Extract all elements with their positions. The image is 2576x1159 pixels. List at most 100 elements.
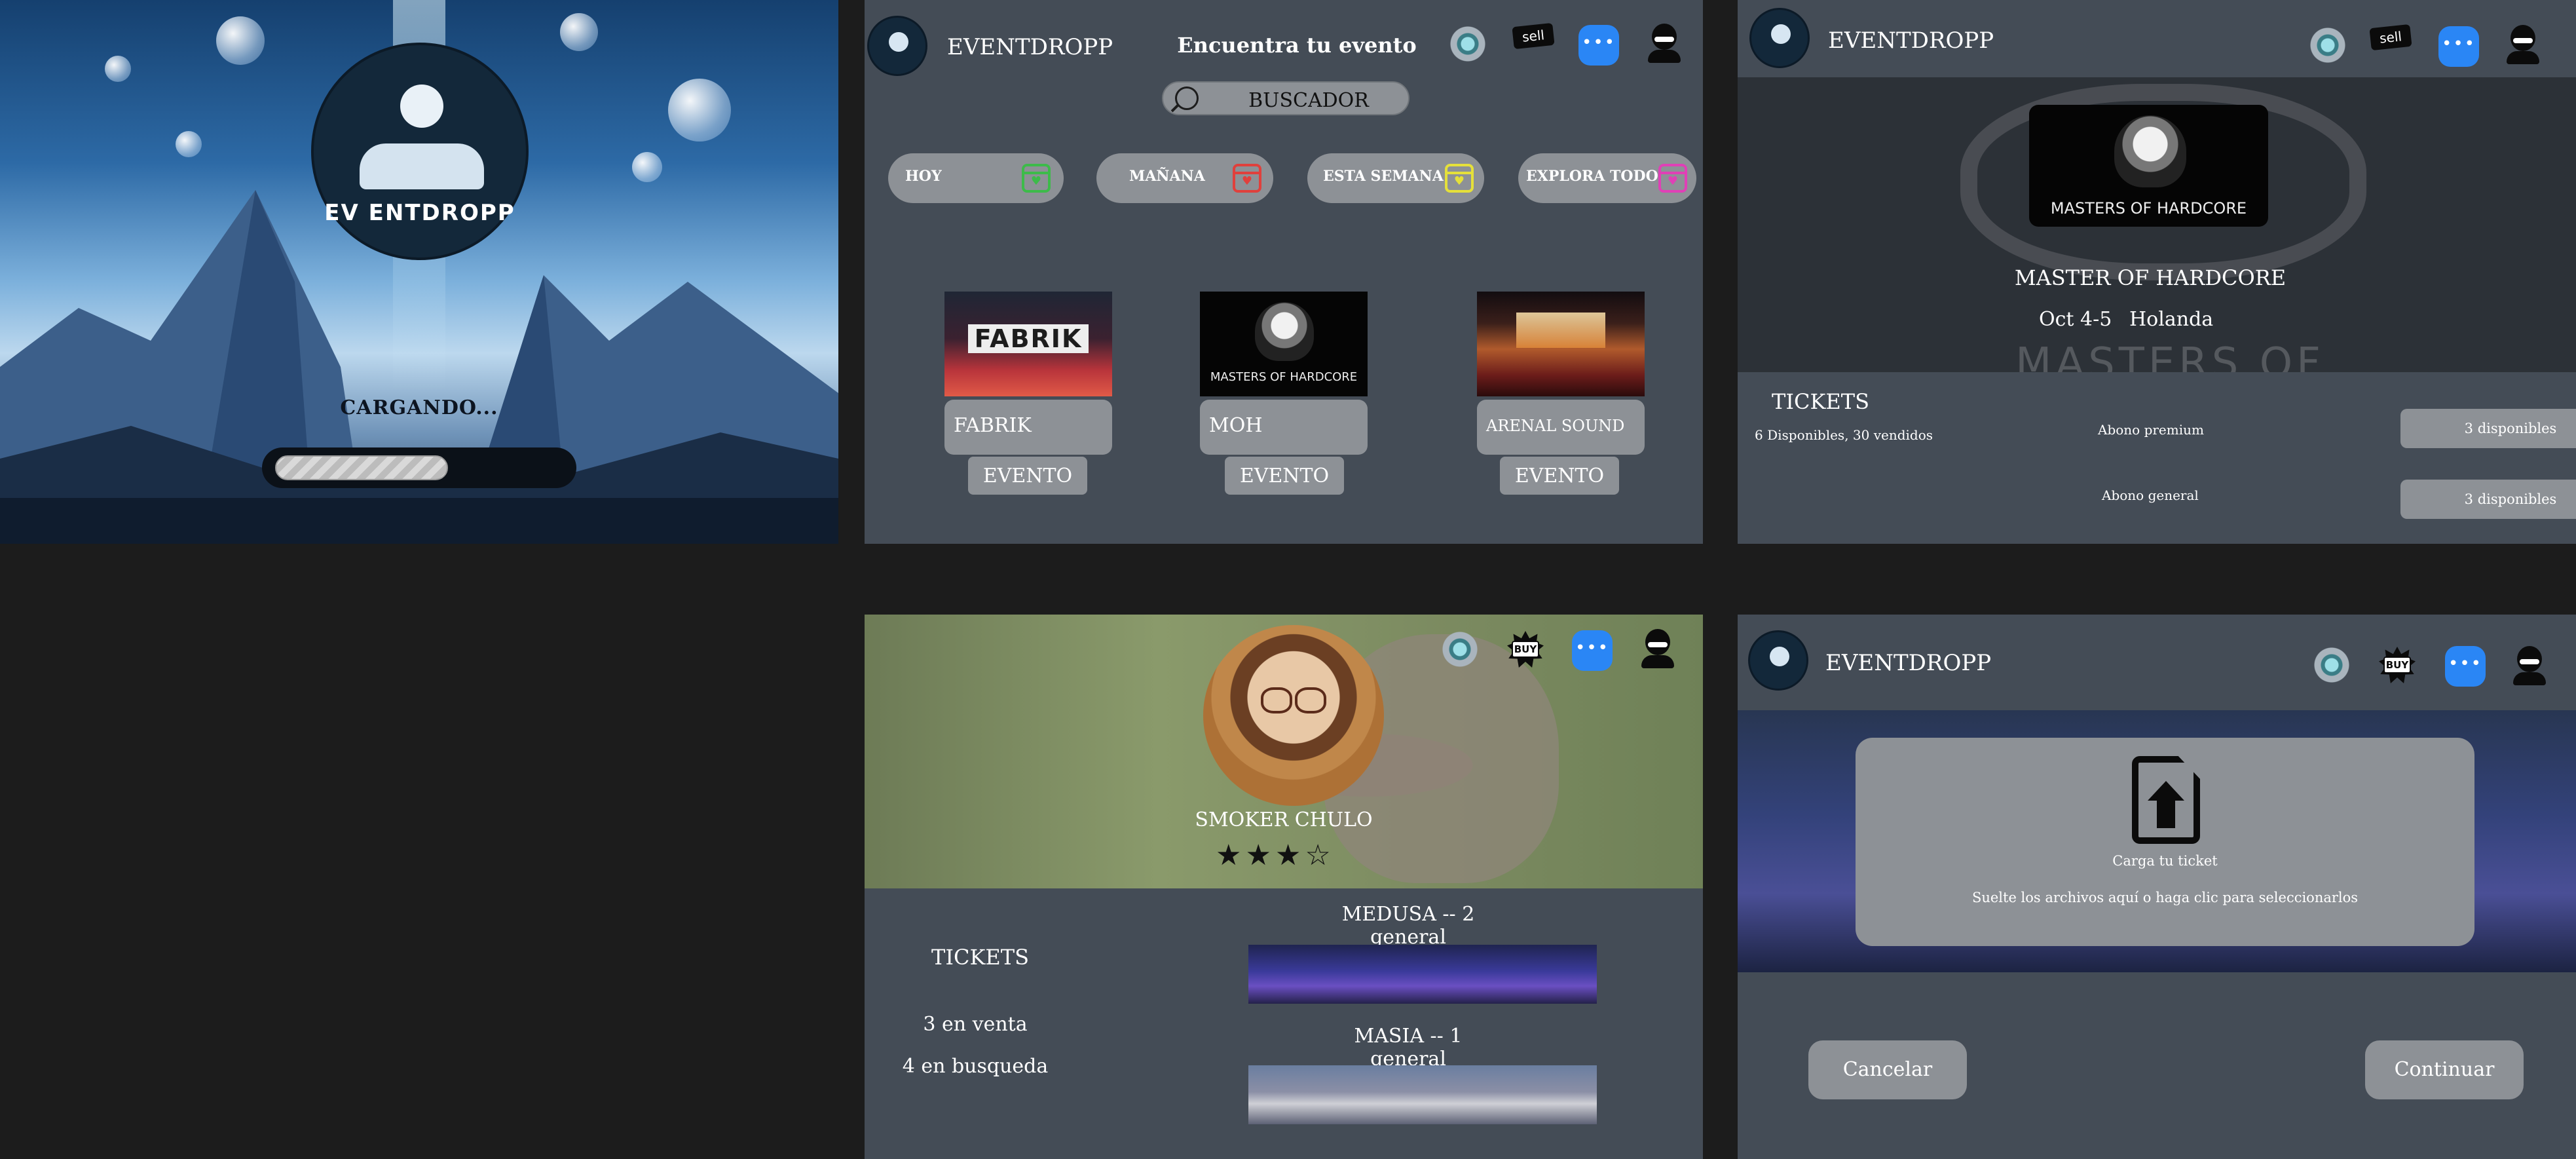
event-logo-text: MASTERS OF HARDCORE [2050,199,2247,218]
progress-fill [275,455,448,480]
chat-icon[interactable] [1572,630,1613,671]
logo-text: EV ENTDROPP [324,200,515,226]
continue-label: Continuar [2394,1058,2495,1081]
page-title: Encuentra tu evento [1177,33,1417,58]
ticket-type-name: Abono general [2102,487,2199,503]
ticket-availability-button[interactable]: 3 disponibles [2400,480,2576,519]
filter-label: HOY [905,168,942,185]
tickets-section: TICKETS 6 Disponibles, 30 vendidos Abono… [1738,372,2576,544]
filter-tomorrow[interactable]: MAÑANA [1096,153,1273,203]
user-icon[interactable] [2503,24,2543,64]
gear-icon[interactable] [2311,645,2352,685]
app-logo[interactable] [867,16,927,76]
event-date: Oct 4-5 [2039,308,2112,331]
calendar-icon [1022,164,1051,193]
brand-name: EVENTDROPP [1825,650,1992,676]
buy-badge-icon[interactable]: BUY [2377,645,2417,685]
profile-name: SMOKER CHULO [1195,808,1373,831]
buy-badge-label: BUY [1512,641,1539,658]
gear-icon[interactable] [2307,25,2348,66]
avatar [1203,625,1384,806]
event-image-text: FABRIK [968,324,1089,353]
continue-button[interactable]: Continuar [2365,1040,2524,1099]
buy-badge-label: BUY [2383,656,2411,674]
chat-icon[interactable] [2438,26,2479,67]
logo-moon-icon [400,85,443,128]
filter-this-week[interactable]: ESTA SEMANA [1307,153,1484,203]
tickets-heading: TICKETS [931,945,1029,970]
calendar-icon [1658,164,1687,193]
ticket-availability-button[interactable]: 3 disponibles [2400,409,2576,448]
calendar-icon [1445,164,1474,193]
search-input[interactable]: BUSCADOR [1162,81,1409,115]
event-button-label: EVENTO [982,465,1073,487]
filter-today[interactable]: HOY [888,153,1064,203]
app-logo[interactable] [1748,630,1808,691]
upload-screen: EVENTDROPP BUY Carga tu ticket Suelte lo… [1738,615,2576,1159]
file-upload-icon [2132,756,2200,844]
ticket-type-name: Abono premium [2098,422,2204,438]
cancel-label: Cancelar [1842,1058,1933,1081]
event-name-card[interactable]: ARENAL SOUND [1477,400,1645,455]
event-image-text: MASTERS OF HARDCORE [1210,370,1358,384]
sell-tag-icon[interactable]: sell [1512,18,1555,59]
filter-explore-all[interactable]: EXPLORA TODO [1518,153,1696,203]
search-label: BUSCADOR [1248,89,1369,112]
ticket-availability-label: 3 disponibles [2464,491,2557,507]
event-name: ARENAL SOUND [1486,417,1625,435]
app-logo: EV ENTDROPP [311,43,529,260]
skull-logo-icon [2114,115,2186,187]
cancel-button[interactable]: Cancelar [1808,1040,1967,1099]
event-button[interactable]: EVENTO [1500,457,1619,495]
ticket-availability-label: 3 disponibles [2464,421,2557,436]
ticket-title: MASIA -- 1 general [1354,1025,1463,1071]
dropzone-title: Carga tu ticket [2112,853,2218,869]
file-dropzone[interactable]: Carga tu ticket Suelte los archivos aquí… [1856,738,2474,946]
chat-icon[interactable] [1578,25,1619,66]
loading-label: CARGANDO... [340,396,498,419]
user-icon[interactable] [2509,645,2550,685]
glasses-detail [1261,687,1326,713]
tickets-searching: 4 en busqueda [902,1055,1049,1078]
search-icon [1175,86,1199,110]
user-icon[interactable] [1637,628,1678,668]
chat-icon[interactable] [2445,646,2486,687]
dropzone-hint: Suelte los archivos aquí o haga clic par… [1971,890,2359,905]
event-logo: MASTERS OF HARDCORE [2029,105,2268,227]
gear-icon[interactable] [1447,24,1488,64]
sell-tag-label: sell [1512,22,1555,50]
loading-screen: EV ENTDROPP CARGANDO... [0,0,838,544]
buy-badge-icon[interactable]: BUY [1505,629,1546,670]
event-image-arenal[interactable] [1477,292,1645,396]
logo-waves-icon [360,143,484,189]
ticket-image[interactable] [1248,945,1597,1004]
event-button-label: EVENTO [1239,465,1330,487]
filter-label: EXPLORA TODO [1526,168,1658,185]
brand-name: EVENTDROPP [947,34,1113,60]
search-screen: EVENTDROPP Encuentra tu evento sell BUSC… [865,0,1703,544]
tickets-for-sale: 3 en venta [923,1013,1028,1036]
tickets-heading: TICKETS [1772,389,1869,414]
tickets-summary: 6 Disponibles, 30 vendidos [1755,427,1933,443]
profile-screen: BUY SMOKER CHULO ★★★☆ TICKETS 3 en venta… [865,615,1703,1159]
app-logo[interactable] [1749,8,1810,68]
user-icon[interactable] [1644,22,1685,63]
event-name-card[interactable]: FABRIK [944,400,1112,455]
event-title: MASTER OF HARDCORE [2014,265,2287,290]
filter-label: ESTA SEMANA [1323,168,1444,185]
event-name-card[interactable]: MOH [1200,400,1368,455]
profile-tickets-section: TICKETS 3 en venta 4 en busqueda MEDUSA … [865,888,1703,1159]
event-button[interactable]: EVENTO [1225,457,1344,495]
event-image-moh[interactable]: MASTERS OF HARDCORE [1200,292,1368,396]
event-image-fabrik[interactable]: FABRIK [944,292,1112,396]
sell-tag-icon[interactable]: sell [2369,20,2412,60]
ticket-image[interactable] [1248,1065,1597,1124]
event-location: Holanda [2129,308,2214,331]
event-button[interactable]: EVENTO [968,457,1087,495]
gear-icon[interactable] [1440,629,1480,670]
event-name: FABRIK [954,414,1032,437]
filter-label: MAÑANA [1129,168,1205,185]
brand-name: EVENTDROPP [1828,28,1994,54]
event-button-label: EVENTO [1514,465,1605,487]
ticket-title: MEDUSA -- 2 general [1341,903,1475,949]
